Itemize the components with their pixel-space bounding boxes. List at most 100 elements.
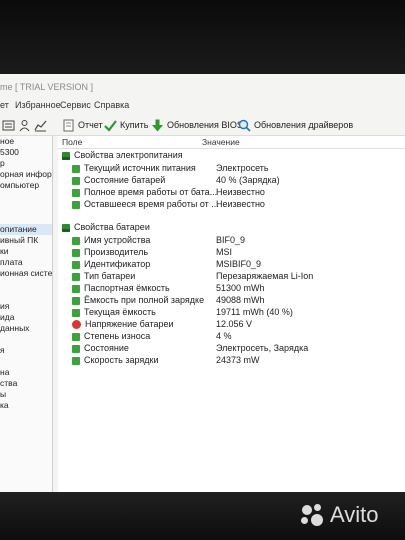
field-value: 51300 mWh — [216, 283, 265, 293]
battery-icon — [72, 236, 80, 245]
field-label: Текущая ёмкость — [84, 307, 156, 317]
field-label: Состояние — [84, 343, 129, 353]
column-field[interactable]: Поле — [62, 137, 82, 147]
battery-icon — [72, 332, 80, 341]
tree-item[interactable]: ионная система — [0, 268, 52, 279]
tree-item[interactable]: ки — [0, 246, 8, 257]
field-label: Паспортная ёмкость — [84, 283, 170, 293]
battery-icon — [72, 164, 80, 173]
field-label: Скорость зарядки — [84, 355, 159, 365]
avito-watermark: Avito — [300, 500, 400, 530]
user-icon — [19, 119, 30, 131]
table-row[interactable]: Степень износа 4 % — [72, 331, 402, 342]
list-icon — [2, 120, 15, 130]
field-label: Ёмкость при полной зарядке — [84, 295, 205, 305]
field-value: Электросеть — [216, 163, 269, 173]
menu-item-favorites[interactable]: Избранное — [15, 100, 61, 110]
menu-item-help[interactable]: Справка — [94, 100, 129, 110]
table-row[interactable]: Состояние батарей 40 % (Зарядка) — [72, 175, 402, 186]
toolbar-home-button[interactable] — [2, 118, 18, 132]
tree-item[interactable]: орная информа — [0, 169, 52, 180]
battery-icon — [72, 188, 80, 197]
avito-logo-icon — [300, 503, 326, 527]
table-row[interactable]: Полное время работы от бата... Неизвестн… — [72, 187, 402, 198]
battery-icon — [72, 272, 80, 281]
tree-item[interactable]: ивный ПК — [0, 235, 38, 246]
tree-item[interactable]: ства — [0, 378, 17, 389]
tree-item[interactable]: на — [0, 367, 9, 378]
table-row[interactable]: Имя устройства BIF0_9 — [72, 235, 402, 246]
tree-item[interactable]: ида — [0, 312, 14, 323]
column-value[interactable]: Значение — [202, 137, 240, 147]
field-label: Имя устройства — [84, 235, 151, 245]
battery-icon — [72, 296, 80, 305]
field-label: Состояние батарей — [84, 175, 166, 185]
tree-item[interactable]: ное — [0, 136, 14, 147]
field-value: Перезаряжаемая Li-Ion — [216, 271, 314, 281]
battery-icon — [72, 344, 80, 353]
tree-item[interactable]: плата — [0, 257, 23, 268]
table-row[interactable]: Текущая ёмкость 19711 mWh (40 %) — [72, 307, 402, 318]
table-row[interactable]: Производитель MSI — [72, 247, 402, 258]
table-row[interactable]: Оставшееся время работы от ... Неизвестн… — [72, 199, 402, 210]
table-row[interactable]: Напряжение батареи 12.056 V — [72, 319, 402, 330]
toolbar-chart-button[interactable] — [34, 118, 50, 132]
field-value: 12.056 V — [216, 319, 253, 329]
table-row[interactable]: Тип батареи Перезаряжаемая Li-Ion — [72, 271, 402, 282]
tree-item-power-selected[interactable]: опитание — [0, 224, 52, 235]
table-row[interactable]: Скорость зарядки 24373 mW — [72, 355, 402, 366]
field-value: 4 % — [216, 331, 232, 341]
field-value: Электросеть, Зарядка — [216, 343, 309, 353]
table-row[interactable]: Паспортная ёмкость 51300 mWh — [72, 283, 402, 294]
navigation-tree: ное 5300 р орная информа омпьютер опитан… — [0, 136, 53, 492]
report-button-label: Отчет — [78, 120, 103, 130]
field-value: 24373 mW — [216, 355, 260, 365]
menu-bar: ет Избранное Сервис Справка — [0, 98, 405, 114]
report-icon — [63, 119, 74, 131]
field-label: Идентификатор — [84, 259, 151, 269]
download-arrow-icon — [152, 119, 163, 131]
field-value: MSI — [216, 247, 233, 257]
battery-icon — [72, 308, 80, 317]
table-row[interactable]: Ёмкость при полной зарядке 49088 mWh — [72, 295, 402, 306]
menu-item-report[interactable]: ет — [0, 100, 9, 110]
field-value: 40 % (Зарядка) — [216, 175, 280, 185]
battery-icon — [72, 248, 80, 257]
window-title: me [ TRIAL VERSION ] — [0, 82, 94, 92]
tree-item[interactable]: 5300 — [0, 147, 19, 158]
table-row[interactable]: Текущий источник питания Электросеть — [72, 163, 402, 174]
table-row[interactable]: Идентификатор MSIBIF0_9 — [72, 259, 402, 270]
report-button[interactable]: Отчет — [62, 118, 103, 132]
table-row[interactable]: Состояние Электросеть, Зарядка — [72, 343, 402, 354]
tree-item[interactable]: данных — [0, 323, 29, 334]
field-value: 49088 mWh — [216, 295, 265, 305]
power-group-icon — [62, 151, 70, 160]
tree-item[interactable]: омпьютер — [0, 180, 39, 191]
section-title: Свойства батареи — [74, 222, 150, 232]
field-label: Степень износа — [84, 331, 151, 341]
bios-update-button[interactable]: Обновления BIOS — [151, 118, 243, 132]
section-title: Свойства электропитания — [74, 150, 183, 160]
driver-update-button[interactable]: Обновления драйверов — [238, 118, 353, 132]
chart-line-icon — [34, 120, 47, 131]
tree-item[interactable]: ы — [0, 389, 6, 400]
field-label: Полное время работы от бата... — [84, 187, 218, 197]
tree-item[interactable]: ия — [0, 301, 9, 312]
tree-item[interactable]: я — [0, 345, 5, 356]
field-label: Производитель — [84, 247, 149, 257]
field-label: Напряжение батареи — [85, 319, 174, 329]
battery-group-icon — [62, 223, 70, 232]
menu-item-service[interactable]: Сервис — [60, 100, 91, 110]
field-value: Неизвестно — [216, 187, 265, 197]
battery-icon — [72, 176, 80, 185]
tree-item[interactable]: р — [0, 158, 5, 169]
field-label: Оставшееся время работы от ... — [84, 199, 219, 209]
checkmark-icon — [104, 119, 117, 132]
field-label: Тип батареи — [84, 271, 136, 281]
buy-button[interactable]: Купить — [104, 118, 148, 132]
buy-button-label: Купить — [120, 120, 149, 130]
field-value: MSIBIF0_9 — [216, 259, 262, 269]
tree-item[interactable]: ка — [0, 400, 9, 411]
field-label: Текущий источник питания — [84, 163, 196, 173]
toolbar-user-button[interactable] — [18, 118, 34, 132]
